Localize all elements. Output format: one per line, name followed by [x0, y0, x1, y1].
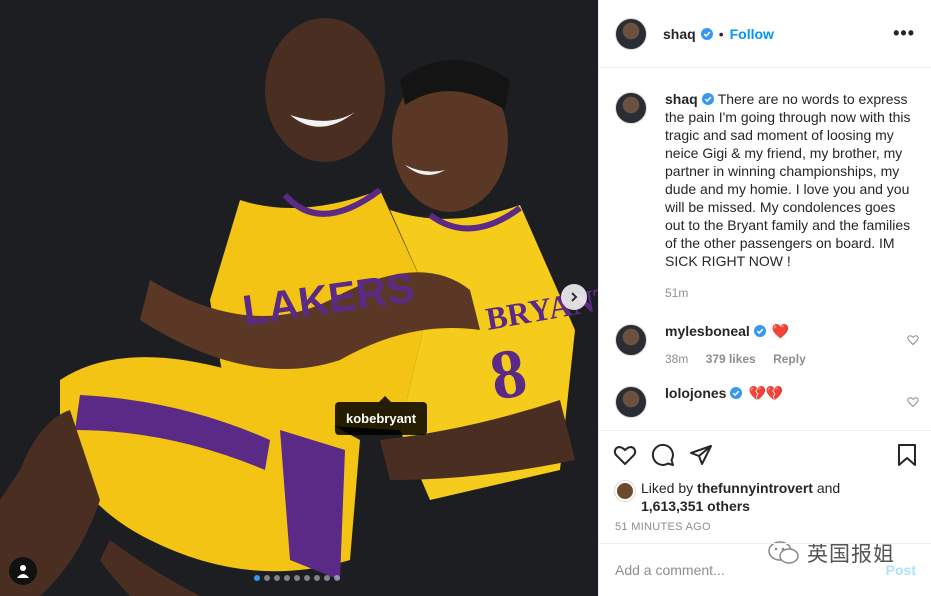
carousel-dot: [304, 575, 310, 581]
avatar[interactable]: [615, 324, 647, 356]
comment-likes[interactable]: 379 likes: [706, 352, 756, 366]
post-side-panel: shaq • Follow ••• shaq There are no words…: [598, 0, 931, 596]
comment-username[interactable]: mylesboneal: [665, 323, 750, 339]
avatar[interactable]: [615, 92, 647, 124]
like-comment-heart-icon[interactable]: [907, 334, 919, 346]
post-photo[interactable]: LAKERS BRYANT 8 kobebryant: [0, 0, 598, 596]
post-actions: Liked by thefunnyintrovert and 1,613,351…: [599, 430, 931, 533]
carousel-dot: [284, 575, 290, 581]
comment-text: ❤️: [771, 323, 790, 339]
separator: •: [718, 25, 724, 42]
verified-badge-icon: [753, 325, 766, 337]
comment-body: lolojones 💔💔: [665, 384, 913, 402]
comment-input[interactable]: [615, 562, 886, 578]
like-comment-heart-icon[interactable]: [907, 396, 919, 408]
caption: shaq There are no words to express the pa…: [615, 90, 915, 302]
share-paper-plane-icon[interactable]: [689, 443, 713, 467]
user-tag-label[interactable]: kobebryant: [335, 396, 428, 435]
comment-text: 💔💔: [748, 385, 784, 401]
comment-time[interactable]: 38m: [665, 352, 688, 366]
comment-item: mylesboneal ❤️ 38m 379 likes Reply: [615, 322, 919, 368]
photo-illustration: LAKERS BRYANT 8: [0, 0, 598, 596]
more-options-button[interactable]: •••: [893, 23, 915, 44]
comment-bubble-icon[interactable]: [651, 443, 675, 467]
liker-username[interactable]: thefunnyintrovert: [697, 480, 813, 496]
avatar[interactable]: [615, 386, 647, 418]
carousel-dot: [324, 575, 330, 581]
post-header: shaq • Follow •••: [599, 0, 931, 68]
verified-badge-icon: [730, 387, 743, 399]
likes-joiner: and: [816, 480, 841, 496]
carousel-dot: [314, 575, 320, 581]
liker-avatar[interactable]: [615, 481, 635, 501]
caption-meta: 51m: [665, 284, 913, 302]
avatar[interactable]: [615, 17, 647, 50]
user-icon: [17, 565, 29, 578]
chevron-right-icon: [571, 292, 578, 302]
caption-text: There are no words to express the pain I…: [665, 91, 911, 269]
carousel-dot: [254, 575, 260, 581]
verified-badge-icon: [700, 27, 713, 40]
action-icons: [599, 431, 931, 479]
follow-button[interactable]: Follow: [730, 26, 774, 42]
comment-composer: Post: [599, 543, 931, 596]
carousel-dot: [264, 575, 270, 581]
like-heart-icon[interactable]: [613, 443, 637, 467]
next-slide-button[interactable]: [561, 284, 587, 310]
caption-time[interactable]: 51m: [665, 286, 688, 300]
verified-badge-icon: [701, 93, 714, 105]
comment-body: mylesboneal ❤️ 38m 379 likes Reply: [665, 322, 913, 368]
carousel-dot: [294, 575, 300, 581]
author-username[interactable]: shaq: [663, 26, 696, 42]
likes-count-link[interactable]: 1,613,351 others: [641, 498, 750, 514]
carousel-dot: [334, 575, 340, 581]
carousel-indicators: [254, 575, 340, 581]
comments-list: shaq There are no words to express the pa…: [615, 90, 919, 418]
comment-username[interactable]: lolojones: [665, 385, 726, 401]
comment-item: lolojones 💔💔: [615, 384, 919, 418]
likes-summary: Liked by thefunnyintrovert and 1,613,351…: [599, 479, 931, 515]
reply-button[interactable]: Reply: [773, 352, 806, 366]
tagged-users-button[interactable]: [9, 557, 37, 585]
carousel-dot: [274, 575, 280, 581]
post-comment-button[interactable]: Post: [886, 562, 916, 578]
caption-body: shaq There are no words to express the pa…: [665, 90, 913, 302]
caption-username[interactable]: shaq: [665, 91, 698, 107]
post-timestamp[interactable]: 51 MINUTES AGO: [599, 521, 931, 533]
bookmark-icon[interactable]: [896, 443, 918, 467]
liked-by-prefix: Liked by: [641, 480, 694, 496]
likes-text: Liked by thefunnyintrovert and 1,613,351…: [641, 479, 840, 515]
comment-meta: 38m 379 likes Reply: [665, 350, 913, 368]
